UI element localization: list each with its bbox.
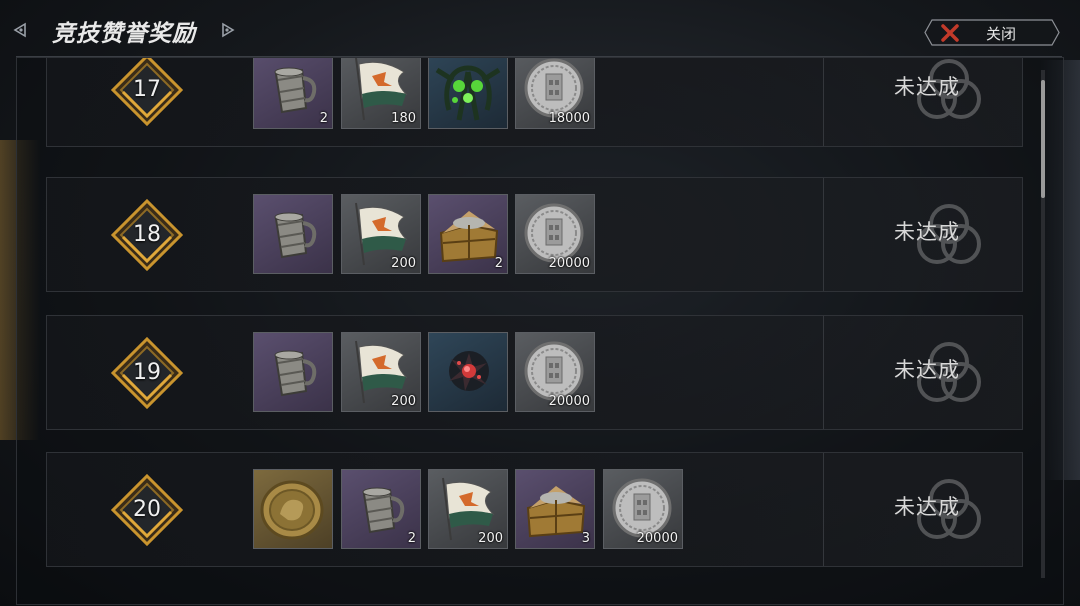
row-divider: [823, 178, 824, 291]
item-quantity: 3: [581, 531, 590, 546]
previous-page-icon[interactable]: [12, 22, 28, 38]
rewards-list[interactable]: 17 2 180 18000 未达成 18 200 2 20000 未达成 19…: [16, 57, 1064, 605]
reward-slot[interactable]: [428, 58, 508, 129]
status-label: 未达成: [894, 358, 960, 382]
reward-slot[interactable]: 18000: [515, 58, 595, 129]
level-badge: 19: [111, 337, 183, 409]
item-quantity: 20000: [548, 394, 590, 409]
scrollbar[interactable]: [1041, 70, 1045, 578]
reward-slot[interactable]: 200: [341, 194, 421, 274]
reward-slot[interactable]: [253, 194, 333, 274]
item-quantity: 180: [391, 111, 416, 126]
reward-slot[interactable]: [428, 332, 508, 412]
reward-row: 18 200 2 20000 未达成: [46, 177, 1023, 292]
reward-slot[interactable]: [253, 469, 333, 549]
reward-slot[interactable]: 200: [341, 332, 421, 412]
level-number: 18: [133, 222, 161, 247]
close-button[interactable]: 关闭: [924, 19, 1060, 46]
item-quantity: 200: [478, 531, 503, 546]
item-quantity: 18000: [548, 111, 590, 126]
next-page-icon[interactable]: [220, 22, 236, 38]
level-number: 17: [133, 77, 161, 102]
row-divider: [823, 316, 824, 429]
level-badge: 18: [111, 199, 183, 271]
item-quantity: 2: [494, 256, 503, 271]
reward-slot[interactable]: 180: [341, 58, 421, 129]
level-badge: 17: [111, 58, 183, 126]
item-quantity: 20000: [548, 256, 590, 271]
level-number: 19: [133, 360, 161, 385]
reward-slot[interactable]: 20000: [603, 469, 683, 549]
item-quantity: 200: [391, 394, 416, 409]
reward-slot[interactable]: 2: [253, 58, 333, 129]
reward-slot[interactable]: [253, 332, 333, 412]
reward-slot[interactable]: 20000: [515, 194, 595, 274]
item-quantity: 2: [407, 531, 416, 546]
item-quantity: 200: [391, 256, 416, 271]
level-number: 20: [133, 497, 161, 522]
level-badge: 20: [111, 474, 183, 546]
header-bar: 竞技赞誉奖励 关闭: [0, 0, 1080, 62]
row-divider: [823, 453, 824, 566]
item-quantity: 20000: [636, 531, 678, 546]
page-title: 竞技赞誉奖励: [52, 21, 196, 47]
reward-slot[interactable]: 2: [428, 194, 508, 274]
reward-slot[interactable]: 200: [428, 469, 508, 549]
reward-slot[interactable]: 3: [515, 469, 595, 549]
row-divider: [823, 58, 824, 146]
item-quantity: 2: [319, 111, 328, 126]
close-button-label: 关闭: [986, 25, 1017, 43]
scrollbar-thumb[interactable]: [1041, 80, 1045, 198]
close-icon: [941, 24, 959, 42]
status-label: 未达成: [894, 220, 960, 244]
reward-row: 17 2 180 18000 未达成: [46, 58, 1023, 147]
reward-slot[interactable]: 2: [341, 469, 421, 549]
reward-row: 19 200 20000 未达成: [46, 315, 1023, 430]
reward-row: 20 2 200 3 20000 未达成: [46, 452, 1023, 567]
status-label: 未达成: [894, 495, 960, 519]
reward-slot[interactable]: 20000: [515, 332, 595, 412]
status-label: 未达成: [894, 75, 960, 99]
